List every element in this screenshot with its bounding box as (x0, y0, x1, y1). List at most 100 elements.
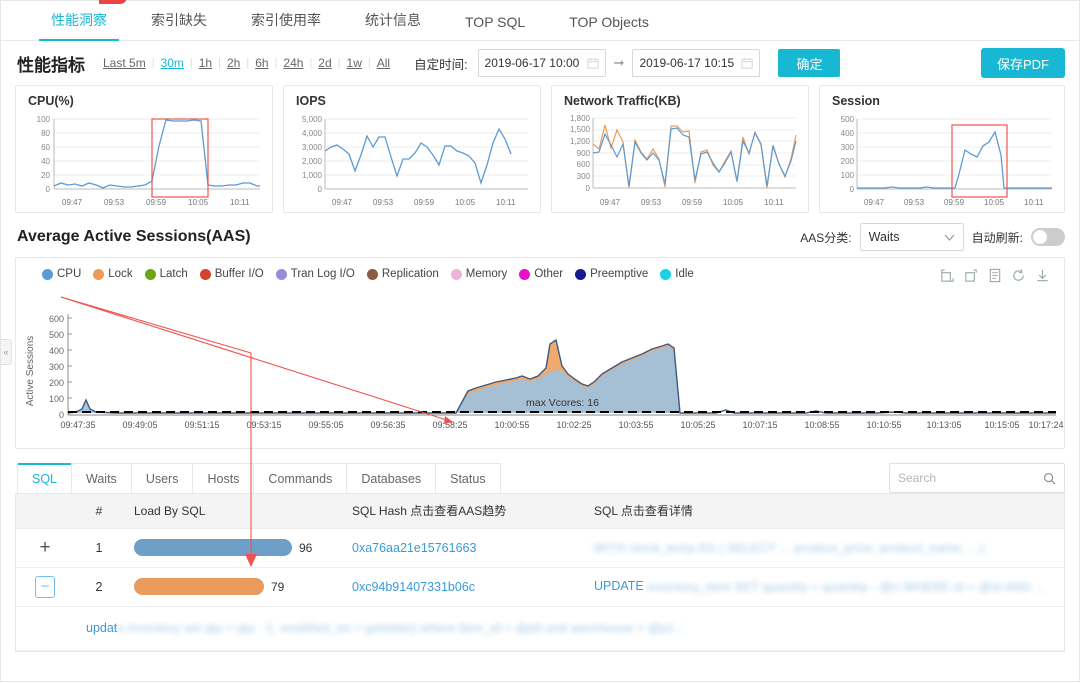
chart-cpu: CPU(%) 100 80 60 40 20 0 09:47 09:53 09:59… (15, 85, 273, 213)
tab-performance-insight[interactable]: 性能洞察 new (29, 0, 129, 41)
legend-label: Memory (465, 268, 508, 280)
tab-waits[interactable]: Waits (71, 463, 132, 493)
aas-y-axis-label: Active Sessions (25, 336, 36, 407)
svg-text:300: 300 (49, 362, 64, 372)
legend-item-tran-log-io[interactable]: Tran Log I/O (275, 268, 355, 280)
tab-top-objects[interactable]: TOP Objects (547, 14, 671, 40)
chart-title: Network Traffic(KB) (564, 94, 681, 108)
range-30m[interactable]: 30m (155, 56, 190, 70)
legend-color-swatch (144, 268, 156, 280)
aas-header: Average Active Sessions(AAS) AAS分类: Wait… (1, 213, 1079, 257)
sql-hash-link[interactable]: 0xa76aa21e15761663 (352, 541, 476, 555)
legend-color-swatch (660, 268, 672, 280)
zoom-restore-icon[interactable] (964, 268, 979, 283)
confirm-button[interactable]: 确定 (778, 49, 841, 77)
range-last-5m[interactable]: Last 5m (97, 56, 152, 70)
legend-item-buffer-io[interactable]: Buffer I/O (199, 268, 264, 280)
legend-item-lock[interactable]: Lock (93, 268, 133, 280)
expand-row-button[interactable]: + (39, 538, 50, 557)
legend-label: Idle (675, 268, 694, 280)
tab-databases[interactable]: Databases (346, 463, 437, 493)
zoom-area-icon[interactable] (940, 268, 955, 283)
range-2h[interactable]: 2h (221, 56, 246, 70)
legend-item-preemptive[interactable]: Preemptive (575, 268, 648, 280)
legend-color-swatch (275, 268, 287, 280)
table-row[interactable]: + 1 96 0xa76aa21e15761663 WITH stock_tem… (16, 528, 1064, 568)
svg-text:09:47: 09:47 (864, 198, 885, 207)
range-1h[interactable]: 1h (193, 56, 218, 70)
tab-missing-index[interactable]: 索引缺失 (129, 10, 229, 40)
tab-users[interactable]: Users (130, 463, 194, 493)
tab-statistics[interactable]: 统计信息 (343, 10, 443, 40)
svg-text:200: 200 (49, 378, 64, 388)
tab-hosts[interactable]: Hosts (192, 463, 255, 493)
svg-text:10:13:05: 10:13:05 (926, 420, 961, 430)
auto-refresh-toggle[interactable] (1031, 228, 1065, 246)
range-2d[interactable]: 2d (312, 56, 337, 70)
svg-text:100: 100 (49, 394, 64, 404)
svg-text:600: 600 (49, 314, 64, 324)
tab-sql[interactable]: SQL (17, 463, 73, 493)
legend-item-latch[interactable]: Latch (144, 268, 188, 280)
legend-item-other[interactable]: Other (519, 268, 563, 280)
start-time-input[interactable]: 2019-06-17 10:00 (477, 49, 606, 77)
sql-text-cell[interactable]: WITH stock_temp AS ( SELECT ... product_… (584, 528, 1064, 568)
sql-hash-link[interactable]: 0xc94b91407331b06c (352, 580, 475, 594)
sql-hash-cell[interactable]: 0xc94b91407331b06c (342, 567, 584, 607)
legend-label: Other (534, 268, 564, 280)
detail-tab-bar: SQL Waits Users Hosts Commands Databases… (1, 449, 1079, 493)
save-pdf-button[interactable]: 保存PDF (980, 48, 1065, 78)
range-6h[interactable]: 6h (249, 56, 274, 70)
legend-item-idle[interactable]: Idle (660, 268, 694, 280)
legend-item-replication[interactable]: Replication (366, 268, 439, 280)
svg-text:10:02:25: 10:02:25 (556, 420, 591, 430)
svg-text:09:53: 09:53 (104, 198, 125, 207)
calendar-icon (586, 57, 599, 69)
tab-commands[interactable]: Commands (253, 463, 348, 493)
svg-text:0: 0 (318, 185, 323, 194)
range-all[interactable]: All (371, 56, 396, 70)
svg-text:10:05: 10:05 (984, 198, 1005, 207)
aas-category-label: AAS分类: (800, 230, 852, 245)
table-row[interactable]: − 2 79 0xc94b91407331b06c UPDATE invento… (16, 567, 1064, 607)
aas-category-select[interactable]: Waits (859, 223, 964, 251)
svg-text:10:00:55: 10:00:55 (494, 420, 529, 430)
svg-text:100: 100 (841, 171, 855, 180)
legend-label: Latch (159, 268, 188, 280)
chart-title: CPU(%) (28, 94, 74, 108)
col-expand (16, 494, 74, 529)
refresh-icon[interactable] (1011, 268, 1026, 283)
svg-text:09:53: 09:53 (904, 198, 925, 207)
sidebar-collapse-handle[interactable]: « (1, 339, 12, 365)
sql-text-cell[interactable]: UPDATE inventory_item SET quantity = qua… (584, 567, 1064, 607)
tab-index-usage[interactable]: 索引使用率 (229, 10, 343, 40)
range-24h[interactable]: 24h (277, 56, 309, 70)
sql-hash-cell[interactable]: 0xa76aa21e15761663 (342, 528, 584, 568)
collapse-row-button[interactable]: − (35, 575, 55, 598)
data-view-icon[interactable] (988, 268, 1002, 283)
col-sql-text: SQL 点击查看详情 (584, 494, 1064, 529)
tab-label: 索引缺失 (151, 12, 207, 28)
legend-item-cpu[interactable]: CPU (42, 268, 81, 280)
svg-text:09:49:05: 09:49:05 (122, 420, 157, 430)
legend-item-memory[interactable]: Memory (450, 268, 508, 280)
search-input[interactable]: Search (889, 463, 1065, 493)
tab-label: SQL (32, 471, 58, 486)
tab-top-sql[interactable]: TOP SQL (443, 14, 547, 40)
tab-label: Users (145, 471, 179, 486)
tab-label: 统计信息 (365, 12, 421, 28)
download-icon[interactable] (1035, 268, 1050, 283)
chart-session: Session 500 400 300 200 100 0 09:47 09:53… (819, 85, 1065, 213)
expanded-sql-text[interactable]: update inventory set qty = qty - 1, modi… (16, 606, 1064, 651)
tab-status[interactable]: Status (435, 463, 501, 493)
expand-cell[interactable]: − (16, 567, 74, 607)
search-icon[interactable] (1043, 472, 1056, 485)
expand-cell[interactable]: + (16, 528, 74, 568)
svg-text:10:17:24: 10:17:24 (1028, 420, 1063, 430)
svg-text:09:47: 09:47 (332, 198, 353, 207)
chevron-down-icon (944, 234, 955, 241)
sql-text-redacted: inventory_item SET quantity = quantity -… (647, 579, 1046, 594)
range-1w[interactable]: 1w (341, 56, 368, 70)
end-time-input[interactable]: 2019-06-17 10:15 (632, 49, 761, 77)
svg-text:0: 0 (586, 184, 591, 193)
